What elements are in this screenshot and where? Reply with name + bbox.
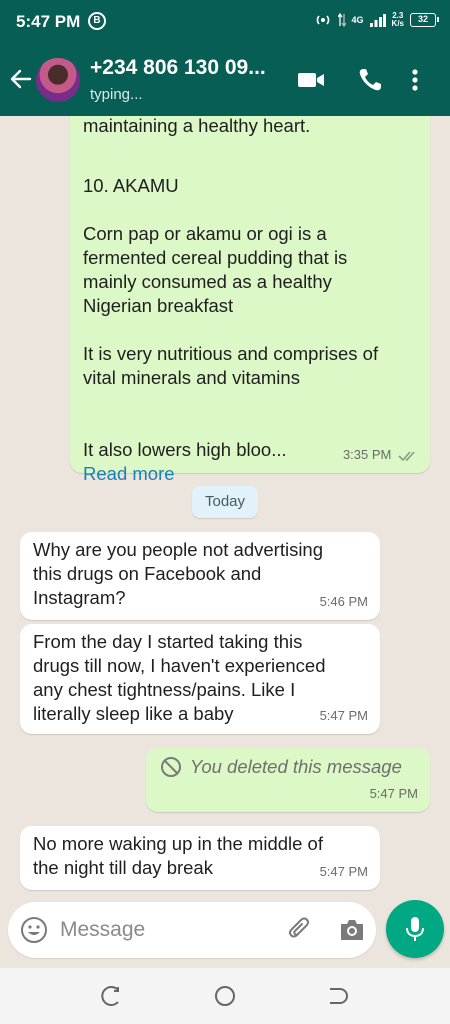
battery-icon: 32 [410,13,439,27]
message-text: No more waking up in the middle of the n… [33,833,323,878]
phone-call-icon[interactable] [356,66,386,94]
camera-icon[interactable] [338,917,366,943]
system-nav-bar [0,968,450,1024]
message-time: 5:46 PM [319,594,368,609]
back-icon[interactable] [326,984,350,1008]
data-arrows-icon [337,12,346,28]
emoji-icon[interactable] [20,916,48,944]
compose-bar [0,900,450,968]
double-check-icon [398,451,415,461]
network-type: 4G [351,15,364,25]
signal-icon [369,14,386,27]
message-time: 5:47 PM [319,708,368,723]
paperclip-icon[interactable] [286,916,314,944]
net-speed: 2.3 K/s [392,12,404,28]
recent-apps-icon[interactable] [100,984,124,1008]
microphone-icon [406,917,424,941]
chat-area[interactable]: maintaining a healthy heart. 10. AKAMU C… [0,116,450,900]
message-bubble-incoming[interactable]: No more waking up in the middle of the n… [20,826,380,890]
contact-name[interactable]: +234 806 130 09... [90,56,266,80]
message-input-container[interactable] [8,902,376,958]
status-bar: 5:47 PM B 4G 2.3 K/s 32 [0,0,450,44]
message-bubble-incoming[interactable]: From the day I started taking this drugs… [20,624,380,734]
read-more-link[interactable]: Read more [83,463,175,484]
home-icon[interactable] [213,984,237,1008]
message-text: It is very nutritious and comprises of v… [83,343,379,388]
message-time: 5:47 PM [369,786,418,801]
deleted-text: You deleted this message [190,756,402,777]
voice-record-button[interactable] [386,900,444,958]
net-speed-unit: K/s [391,19,404,28]
b-badge-icon: B [88,12,106,30]
message-bubble-incoming[interactable]: Why are you people not advertising this … [20,532,380,620]
prohibited-icon [161,757,181,777]
date-separator: Today [192,486,258,518]
contact-avatar[interactable] [36,58,80,102]
message-text: maintaining a healthy heart. [83,116,311,136]
menu-icon[interactable] [408,66,422,94]
status-time: 5:47 PM [16,12,81,31]
message-text: Why are you people not advertising this … [33,539,324,608]
message-time: 3:35 PM [343,443,418,467]
video-call-icon[interactable] [296,66,326,94]
hotspot-icon [316,15,329,25]
back-arrow-icon[interactable] [8,66,34,92]
contact-status: typing... [90,86,143,103]
truncated-text: It also lowers high bloo... [83,439,287,460]
deleted-message: You deleted this message [160,755,416,779]
message-time-text: 3:35 PM [342,447,392,462]
message-heading: 10. AKAMU [83,175,179,196]
message-time: 5:47 PM [319,864,368,879]
message-input[interactable] [60,915,280,945]
chat-header: +234 806 130 09... typing... [0,44,450,116]
message-bubble-deleted[interactable]: You deleted this message 5:47 PM [146,748,430,812]
message-text: From the day I started taking this drugs… [33,631,326,724]
message-text: Corn pap or akamu or ogi is a fermented … [83,223,348,316]
message-bubble-outgoing[interactable]: maintaining a healthy heart. 10. AKAMU C… [70,116,430,484]
status-icons: 4G 2.3 K/s 32 [314,12,439,28]
